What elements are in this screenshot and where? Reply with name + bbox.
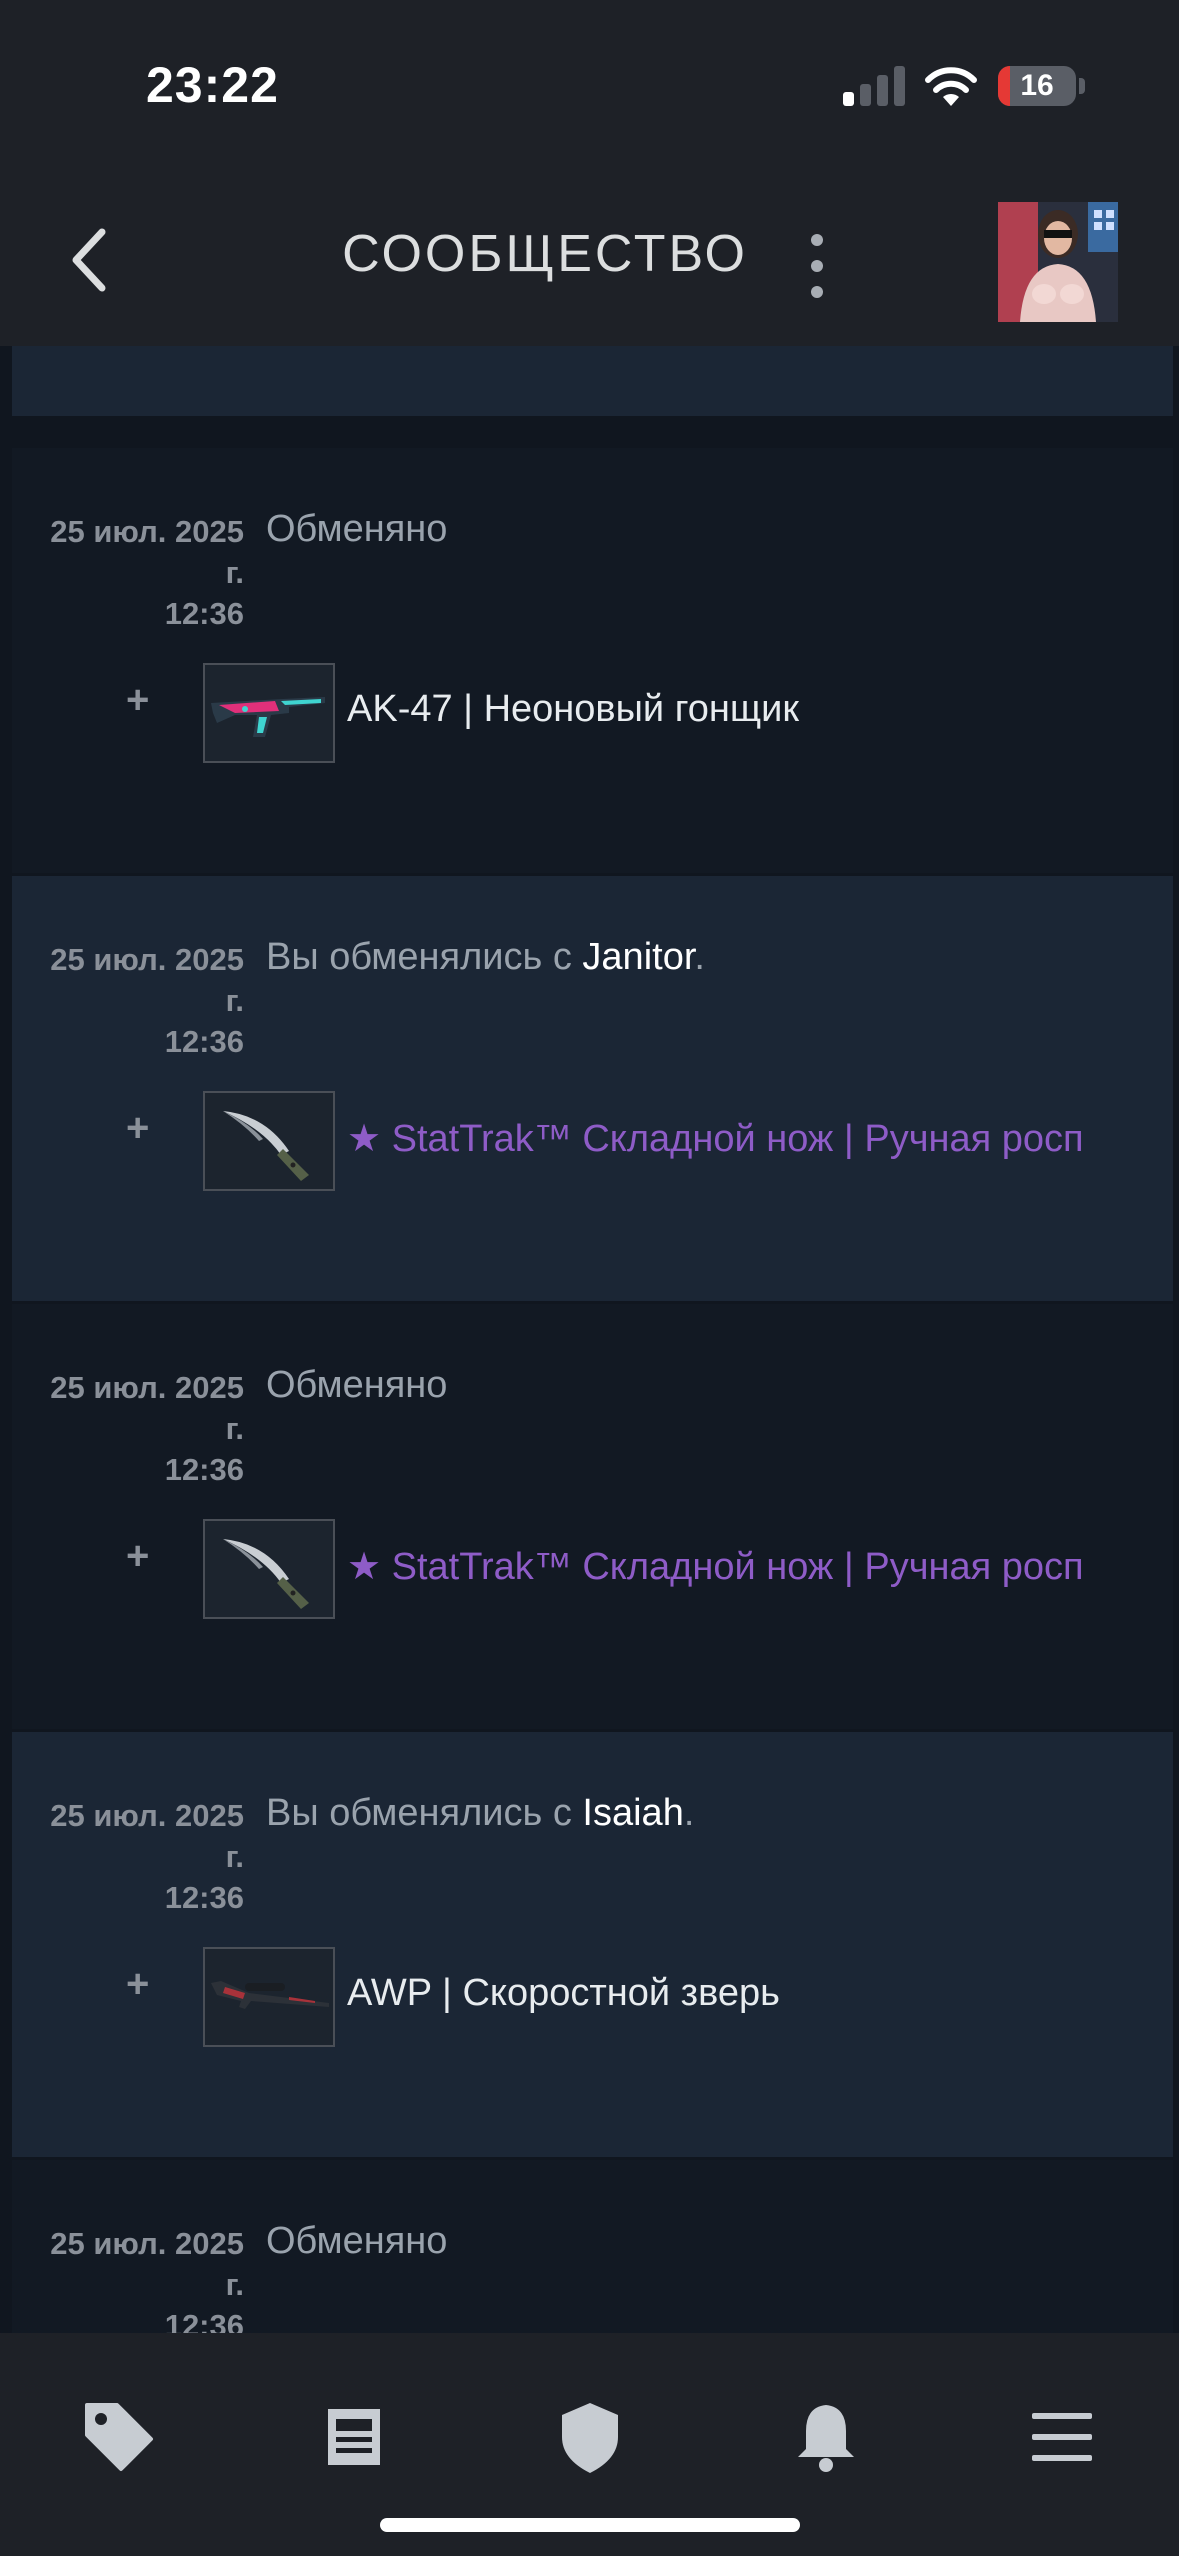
plus-icon[interactable]: +: [126, 1106, 149, 1151]
list-item-partial: [12, 346, 1173, 416]
entry-description: Обменяно: [266, 508, 448, 550]
item-name-link[interactable]: AK-47 | Неоновый гонщик: [347, 688, 799, 731]
shield-icon[interactable]: [550, 2397, 630, 2477]
bell-icon[interactable]: [786, 2397, 866, 2477]
entry-description: Вы обменялись с Janitor.: [266, 936, 705, 978]
knife-icon[interactable]: [203, 1091, 335, 1191]
avatar[interactable]: [998, 202, 1118, 322]
plus-icon[interactable]: +: [126, 1534, 149, 1579]
status-bar: 23:22 16: [0, 0, 1179, 170]
status-time: 23:22: [146, 57, 279, 113]
list-item: 25 июл. 2025 г. 12:36 Обменяно + AK-47 |…: [12, 448, 1173, 873]
wifi-icon: [925, 67, 977, 106]
entry-date: 25 июл. 2025 г. 12:36: [50, 942, 244, 1059]
battery-nub: [1079, 78, 1085, 94]
item-name-link[interactable]: AWP | Скоростной зверь: [347, 1972, 780, 2015]
plus-icon[interactable]: +: [126, 678, 149, 723]
entry-description: Обменяно: [266, 2220, 448, 2262]
item-name-link[interactable]: ★ StatTrak™ Складной нож | Ручная росп: [347, 1116, 1084, 1161]
item-name-link[interactable]: ★ StatTrak™ Складной нож | Ручная росп: [347, 1544, 1084, 1589]
list-item: 25 июл. 2025 г. 12:36 Обменяно + ★ StatT…: [12, 1304, 1173, 1729]
avatar-image: [998, 202, 1118, 322]
plus-icon[interactable]: +: [126, 1962, 149, 2007]
entry-description: Вы обменялись с Isaiah.: [266, 1792, 695, 1834]
list-item: 25 июл. 2025 г. 12:36 Вы обменялись с Ja…: [12, 876, 1173, 1301]
entry-date: 25 июл. 2025 г. 12:36: [50, 2226, 244, 2343]
battery-icon: 16: [998, 66, 1076, 106]
entry-date: 25 июл. 2025 г. 12:36: [50, 1370, 244, 1487]
trade-partner-link[interactable]: Janitor: [582, 936, 694, 978]
entry-date: 25 июл. 2025 г. 12:36: [50, 1798, 244, 1915]
store-tag-icon[interactable]: [77, 2397, 157, 2477]
news-icon[interactable]: [314, 2397, 394, 2477]
home-indicator[interactable]: [380, 2518, 800, 2532]
menu-icon[interactable]: [1022, 2397, 1102, 2477]
ak47-rifle-icon[interactable]: [203, 663, 335, 763]
entry-description: Обменяно: [266, 1364, 448, 1406]
signal-icon: [843, 64, 905, 106]
entry-date: 25 июл. 2025 г. 12:36: [50, 514, 244, 631]
awp-sniper-icon[interactable]: [203, 1947, 335, 2047]
battery-percent: 16: [1020, 69, 1054, 102]
knife-icon[interactable]: [203, 1519, 335, 1619]
list-item: 25 июл. 2025 г. 12:36 Вы обменялись с Is…: [12, 1732, 1173, 2157]
trade-partner-link[interactable]: Isaiah: [582, 1792, 683, 1834]
list-item: 25 июл. 2025 г. 12:36 Обменяно: [12, 2160, 1173, 2346]
app-header: СООБЩЕСТВО: [0, 170, 1179, 346]
more-options-icon[interactable]: [805, 234, 829, 298]
page-title: СООБЩЕСТВО: [342, 225, 748, 283]
trade-history-list[interactable]: 25 июл. 2025 г. 12:36 Обменяно + AK-47 |…: [0, 346, 1179, 2346]
